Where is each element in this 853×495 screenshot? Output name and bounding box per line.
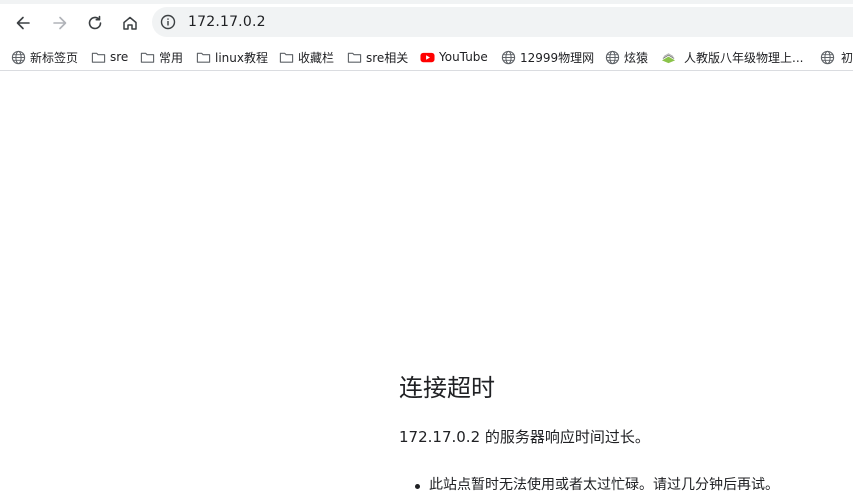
- tab-strip-edge: [0, 0, 853, 4]
- bookmark-label: YouTube: [439, 50, 488, 64]
- bookmark-folder-linux[interactable]: linux教程: [196, 48, 268, 66]
- suggestion-item: 此站点暂时无法使用或者太过忙碌。请过几分钟后再试。: [399, 475, 779, 495]
- bookmark-label: 12999物理网: [520, 50, 595, 65]
- globe-icon: [605, 50, 620, 64]
- url-text[interactable]: 172.17.0.2: [188, 13, 266, 31]
- home-icon: [123, 16, 137, 30]
- bookmark-folder-favorites[interactable]: 收藏栏: [279, 48, 334, 66]
- bookmark-youtube[interactable]: YouTube: [420, 48, 488, 66]
- bookmark-label: 人教版八年级物理上...: [684, 50, 804, 65]
- forward-arrow-icon: [53, 16, 67, 30]
- bookmark-folder-sre-related[interactable]: sre相关: [347, 48, 408, 66]
- bookmark-label: 新标签页: [30, 50, 79, 65]
- globe-icon: [820, 50, 835, 64]
- bookmark-physics-textbook[interactable]: 人教版八年级物理上...: [659, 48, 803, 66]
- bookmark-label: 常用: [159, 50, 184, 65]
- error-description: 172.17.0.2 的服务器响应时间过长。: [399, 428, 650, 446]
- forward-button[interactable]: [46, 9, 74, 37]
- error-suggestions: 此站点暂时无法使用或者太过忙碌。请过几分钟后再试。: [399, 475, 779, 495]
- bookmark-12999[interactable]: 12999物理网: [501, 48, 594, 66]
- bookmark-new-tab[interactable]: 新标签页: [11, 48, 78, 66]
- info-icon[interactable]: [159, 13, 177, 31]
- bookmark-label: 初: [841, 50, 853, 65]
- bookmarks-bar: 新标签页 sre 常用 linux教程 收藏栏 sre相关 YouTube 12…: [0, 43, 853, 71]
- bookmark-folder-sre[interactable]: sre: [91, 48, 128, 66]
- youtube-icon: [420, 52, 435, 62]
- back-button[interactable]: [9, 9, 37, 37]
- page-content: 连接超时 172.17.0.2 的服务器响应时间过长。 此站点暂时无法使用或者太…: [0, 71, 853, 493]
- home-button[interactable]: [116, 9, 144, 37]
- globe-icon: [11, 50, 26, 64]
- bookmark-label: sre相关: [366, 50, 409, 65]
- globe-icon: [501, 50, 516, 64]
- bookmark-label: 收藏栏: [298, 50, 335, 65]
- reload-icon: [88, 15, 102, 30]
- folder-icon: [347, 52, 362, 63]
- folder-icon: [279, 52, 294, 63]
- bookmark-folder-common[interactable]: 常用: [140, 48, 183, 66]
- address-bar[interactable]: 172.17.0.2: [152, 7, 853, 37]
- bookmark-label: linux教程: [215, 50, 268, 65]
- error-title: 连接超时: [399, 374, 495, 402]
- folder-icon: [196, 52, 211, 63]
- bookmark-label: sre: [110, 50, 129, 64]
- bookmark-overflow-item[interactable]: 初: [820, 48, 853, 66]
- folder-icon: [140, 52, 155, 63]
- book-icon: [661, 52, 676, 63]
- browser-toolbar: 172.17.0.2: [0, 0, 853, 43]
- reload-button[interactable]: [81, 9, 109, 37]
- bookmark-xuanyuan[interactable]: 炫猿: [605, 48, 648, 66]
- folder-icon: [91, 52, 106, 63]
- back-arrow-icon: [16, 16, 30, 30]
- bookmark-label: 炫猿: [624, 50, 649, 65]
